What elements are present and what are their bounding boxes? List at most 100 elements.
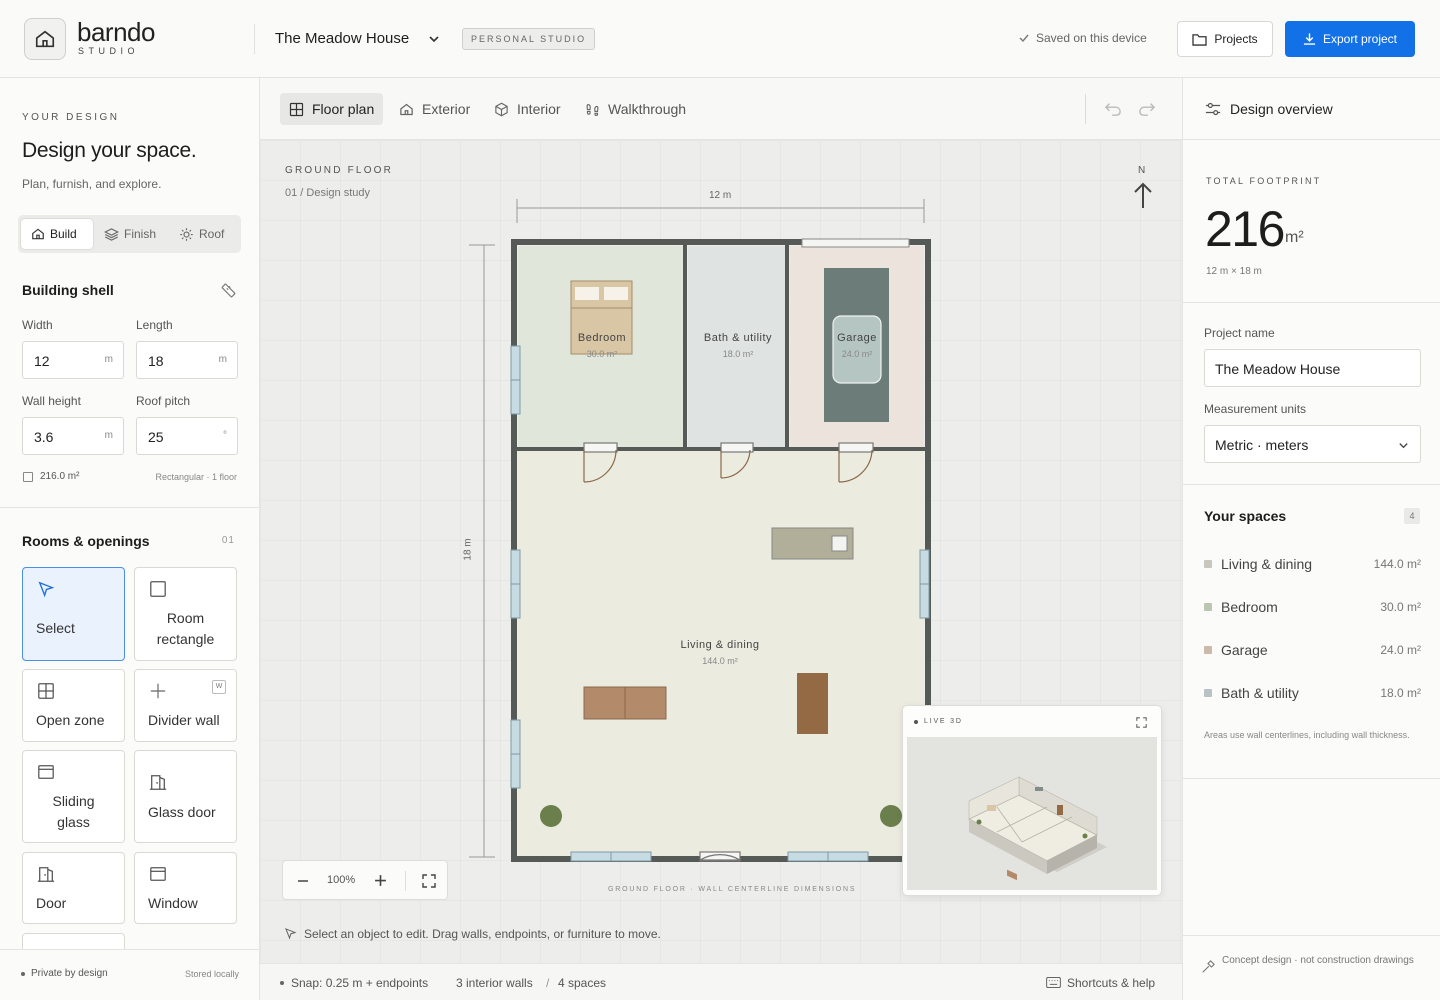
view-toolbar: Floor plan Exterior Interior Walkthrough bbox=[260, 78, 1182, 140]
space-row-garage[interactable]: Garage 24.0 m² bbox=[1204, 640, 1421, 660]
tab-interior-label: Interior bbox=[517, 101, 561, 117]
room-label-garage: Garage bbox=[837, 332, 877, 344]
project-name-input[interactable]: The Meadow House bbox=[1204, 349, 1421, 387]
cube-icon bbox=[495, 102, 508, 116]
chevron-down-icon[interactable] bbox=[428, 33, 440, 45]
tool-open-zone-label: Open zone bbox=[36, 712, 105, 728]
shortcuts-link[interactable]: Shortcuts & help bbox=[1067, 976, 1155, 990]
tool-select[interactable]: Select bbox=[22, 567, 125, 661]
mode-build[interactable]: Build bbox=[21, 219, 93, 249]
space-row-living[interactable]: Living & dining 144.0 m² bbox=[1204, 554, 1421, 574]
roof-pitch-field[interactable]: 25 ° bbox=[136, 417, 238, 455]
tab-floor-plan-label: Floor plan bbox=[312, 101, 375, 117]
plus-icon[interactable] bbox=[374, 874, 387, 887]
tool-sliding-glass-label: Sliding glass bbox=[52, 793, 95, 830]
tool-room-rectangle[interactable]: Room rectangle bbox=[134, 567, 237, 661]
export-label: Export project bbox=[1322, 32, 1398, 46]
sliders-icon bbox=[1205, 102, 1221, 116]
tool-door[interactable]: Door bbox=[22, 852, 125, 924]
width-unit: m bbox=[104, 354, 113, 365]
shell-shape-note: Rectangular · 1 floor bbox=[155, 472, 237, 482]
space-row-bath[interactable]: Bath & utility 18.0 m² bbox=[1204, 683, 1421, 703]
tool-divider-wall[interactable]: W Divider wall bbox=[134, 669, 237, 742]
shortcut-key: W bbox=[212, 680, 226, 694]
floor-plan-canvas[interactable]: GROUND FLOOR 01 / Design study 12 m 18 m… bbox=[260, 140, 1182, 963]
window bbox=[827, 851, 869, 862]
tab-walkthrough[interactable]: Walkthrough bbox=[576, 93, 695, 125]
shell-area: 216.0 m² bbox=[40, 471, 80, 482]
tool-sliding-glass[interactable]: Sliding glass bbox=[22, 750, 125, 843]
mode-roof-label: Roof bbox=[199, 227, 225, 241]
room-bath bbox=[688, 246, 787, 447]
header-divider bbox=[254, 24, 255, 54]
zoom-divider bbox=[405, 871, 406, 891]
floor-subtitle: 01 / Design study bbox=[285, 187, 370, 199]
mode-finish[interactable]: Finish bbox=[94, 219, 170, 249]
status-bar: Snap: 0.25 m + endpoints 3 interior wall… bbox=[260, 963, 1182, 1000]
plant bbox=[540, 805, 562, 827]
window bbox=[510, 345, 521, 381]
right-divider bbox=[1183, 935, 1440, 936]
area-checkbox[interactable] bbox=[23, 472, 33, 482]
space-name: Bedroom bbox=[1221, 599, 1278, 615]
tab-floor-plan[interactable]: Floor plan bbox=[280, 93, 384, 125]
plus-icon bbox=[150, 683, 166, 699]
door bbox=[720, 442, 754, 453]
fullscreen-icon[interactable] bbox=[422, 874, 436, 888]
home-icon bbox=[400, 103, 413, 115]
save-status: Saved on this device bbox=[1018, 31, 1147, 45]
dining-table bbox=[797, 673, 828, 734]
units-select[interactable]: Metric · meters bbox=[1204, 425, 1421, 463]
home-icon bbox=[32, 228, 44, 240]
tool-window[interactable]: Window bbox=[134, 852, 237, 924]
toolbar-divider bbox=[1085, 94, 1086, 124]
mode-roof[interactable]: Roof bbox=[169, 219, 239, 249]
width-field[interactable]: 12 m bbox=[22, 341, 124, 379]
live-dot bbox=[914, 720, 918, 724]
spaces-count-badge: 4 bbox=[1404, 508, 1420, 524]
projects-button[interactable]: Projects bbox=[1177, 21, 1273, 57]
snap-status[interactable]: Snap: 0.25 m + endpoints bbox=[291, 976, 428, 990]
tool-glass-door-label: Glass door bbox=[148, 804, 216, 820]
tab-exterior[interactable]: Exterior bbox=[390, 93, 479, 125]
wall-height-field[interactable]: 3.6 m bbox=[22, 417, 124, 455]
tool-open-zone[interactable]: Open zone bbox=[22, 669, 125, 742]
tab-interior[interactable]: Interior bbox=[485, 93, 570, 125]
walls-count: 3 interior walls bbox=[456, 976, 533, 990]
snap-dot bbox=[280, 981, 284, 985]
window bbox=[570, 851, 612, 862]
logo[interactable] bbox=[24, 18, 66, 60]
status-separator: / bbox=[546, 976, 550, 990]
room-area-bedroom: 30.0 m² bbox=[586, 349, 618, 359]
live-3d-panel[interactable]: LIVE 3D bbox=[902, 705, 1162, 896]
live-3d-render bbox=[907, 737, 1157, 890]
length-dimension-label: 18 m bbox=[462, 538, 474, 561]
skylight bbox=[801, 238, 910, 248]
expand-icon[interactable] bbox=[1136, 717, 1147, 728]
space-area: 18.0 m² bbox=[1380, 686, 1421, 700]
ruler-icon[interactable] bbox=[220, 282, 237, 299]
space-row-bedroom[interactable]: Bedroom 30.0 m² bbox=[1204, 597, 1421, 617]
room-label-bath: Bath & utility bbox=[703, 332, 773, 344]
design-subheading: Plan, furnish, and explore. bbox=[22, 177, 162, 191]
length-field[interactable]: 18 m bbox=[136, 341, 238, 379]
tool-partial[interactable] bbox=[22, 933, 125, 949]
space-name: Garage bbox=[1221, 642, 1268, 658]
units-label: Measurement units bbox=[1204, 402, 1307, 416]
redo-icon[interactable] bbox=[1138, 101, 1156, 117]
minus-icon[interactable] bbox=[297, 875, 309, 887]
footprint-dims: 12 m × 18 m bbox=[1206, 266, 1262, 277]
chevron-down-icon bbox=[1399, 443, 1408, 449]
glass-door-icon bbox=[149, 775, 167, 790]
mode-finish-label: Finish bbox=[124, 227, 157, 241]
project-title[interactable]: The Meadow House bbox=[275, 30, 409, 47]
undo-icon[interactable] bbox=[1104, 101, 1122, 117]
tool-glass-door[interactable]: Glass door bbox=[134, 750, 237, 843]
floor-label: GROUND FLOOR bbox=[285, 165, 394, 176]
plant bbox=[880, 805, 902, 827]
window-icon bbox=[38, 765, 54, 779]
export-button[interactable]: Export project bbox=[1285, 21, 1415, 57]
width-label: Width bbox=[22, 318, 53, 332]
door-icon bbox=[37, 867, 55, 882]
window bbox=[787, 851, 829, 862]
